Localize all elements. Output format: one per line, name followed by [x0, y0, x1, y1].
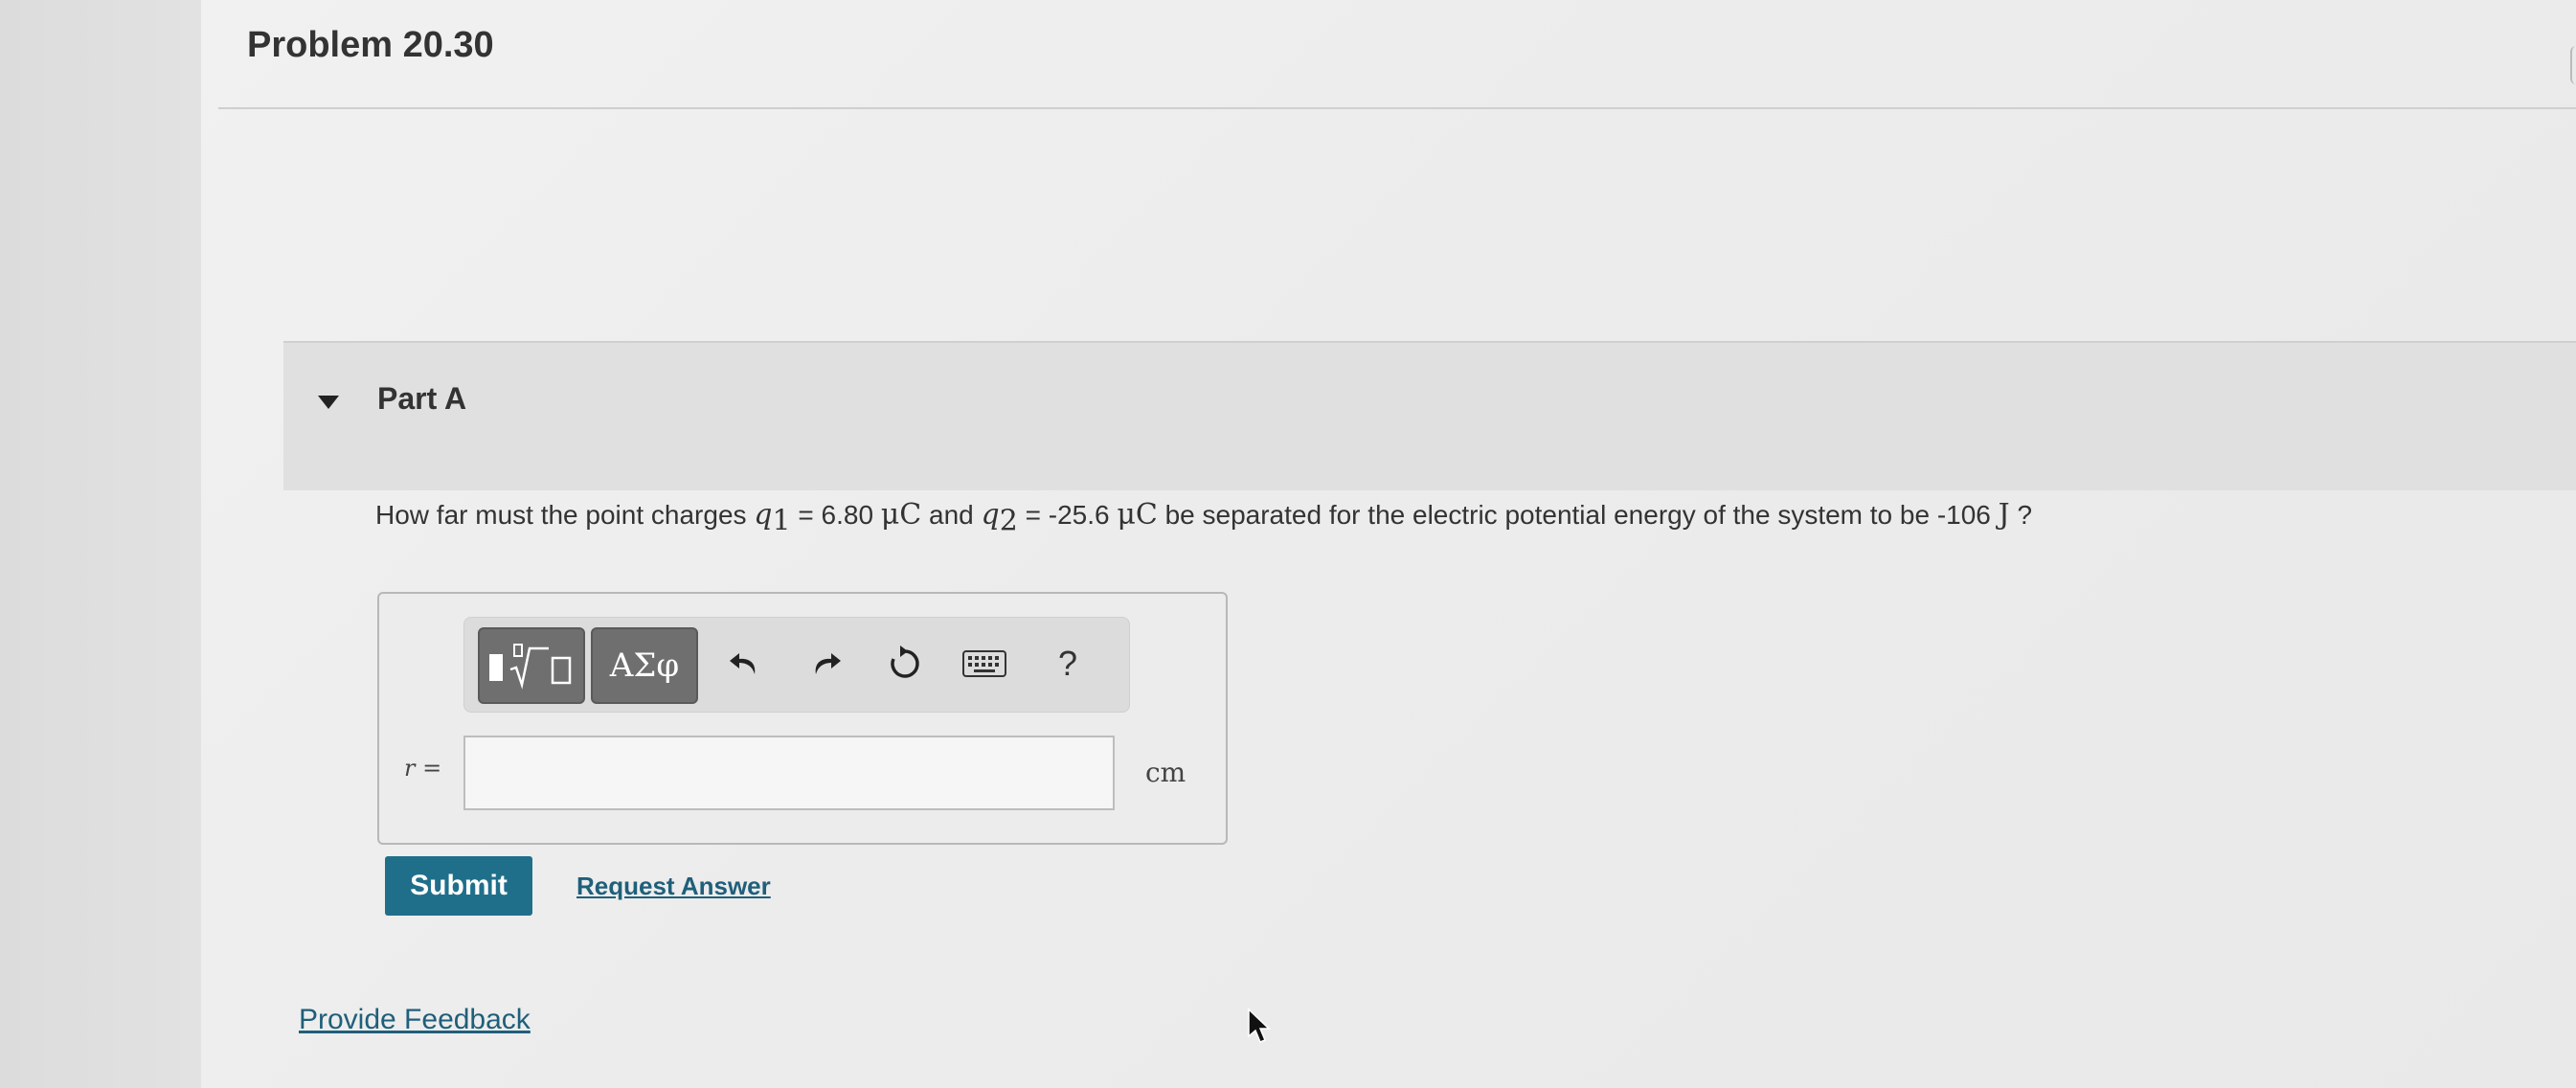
request-answer-link[interactable]: Request Answer — [576, 872, 771, 901]
question-text: How far must the point charges q1 = 6.80… — [375, 496, 2530, 541]
part-title: Part A — [377, 381, 467, 416]
q1-subscript: 1 — [772, 504, 791, 538]
mouse-cursor-icon — [1247, 1008, 1272, 1046]
submit-button[interactable]: Submit — [385, 856, 532, 916]
answer-box: ΑΣφ ? r = cm — [377, 592, 1228, 845]
left-margin — [0, 0, 201, 1088]
keyboard-icon[interactable] — [951, 627, 1018, 700]
part-header[interactable]: Part A — [283, 343, 2576, 490]
q2-value: = -25.6 — [1017, 500, 1118, 530]
q2-symbol: q — [981, 498, 1000, 532]
question-tail: be separated for the electric potential … — [1157, 500, 1999, 530]
provide-feedback-link[interactable]: Provide Feedback — [299, 1004, 531, 1036]
q1-symbol: q — [754, 498, 773, 532]
q2-subscript: 2 — [999, 504, 1018, 538]
question-and: and — [921, 500, 982, 530]
title-divider — [218, 107, 2576, 109]
q1-value: = 6.80 — [790, 500, 881, 530]
q2-unit: μC — [1117, 498, 1158, 532]
answer-variable-label: r = — [404, 755, 441, 782]
math-toolbar: ΑΣφ ? — [463, 617, 1130, 713]
templates-button[interactable] — [478, 627, 585, 704]
answer-variable: r — [404, 755, 416, 782]
redo-icon[interactable] — [798, 627, 855, 700]
greek-symbols-button[interactable]: ΑΣφ — [591, 627, 698, 704]
energy-unit: J — [1998, 498, 2010, 532]
help-button[interactable]: ? — [1039, 627, 1096, 700]
reset-icon[interactable] — [876, 627, 934, 700]
answer-input[interactable] — [463, 736, 1115, 810]
question-end: ? — [2009, 500, 2033, 530]
answer-unit: cm — [1145, 757, 1186, 788]
content-area — [201, 0, 2576, 1088]
templates-icon — [486, 639, 577, 692]
question-intro: How far must the point charges — [375, 500, 755, 530]
answer-equals: = — [415, 755, 442, 782]
q1-unit: μC — [880, 498, 922, 532]
collapse-triangle-icon[interactable] — [316, 391, 341, 416]
edge-mark — [2570, 46, 2576, 84]
undo-icon[interactable] — [715, 627, 773, 700]
problem-title: Problem 20.30 — [247, 25, 494, 65]
